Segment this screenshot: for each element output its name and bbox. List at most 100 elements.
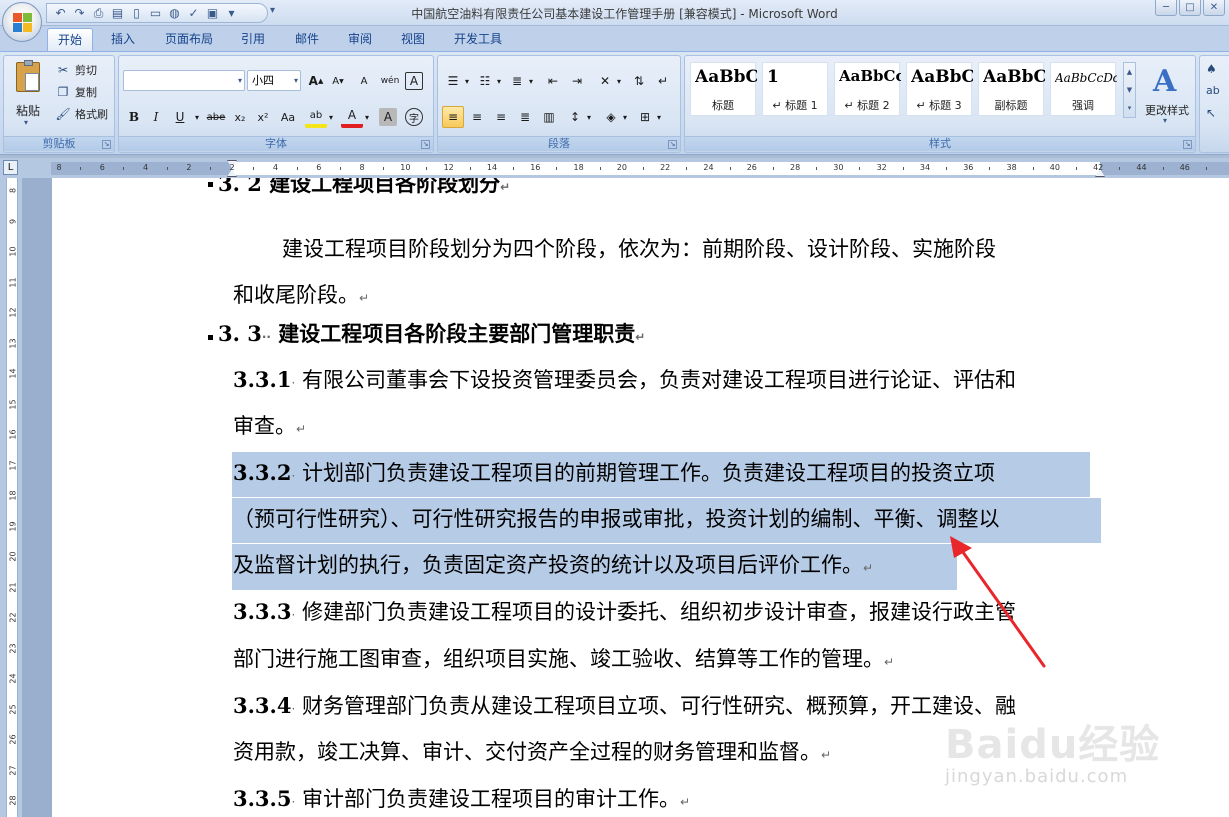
change-styles-button[interactable]: A 更改样式 ▾ — [1141, 60, 1193, 134]
format-painter-button[interactable]: 🖌 格式刷 — [54, 104, 108, 124]
numbering-button[interactable]: ☷ — [474, 70, 496, 92]
bold-button[interactable]: B — [123, 106, 145, 128]
shading-button[interactable]: ◈ — [600, 106, 622, 128]
chevron-down-icon[interactable]: ▾ — [526, 70, 536, 92]
chevron-down-icon[interactable]: ▾ — [654, 106, 664, 128]
increase-indent-button[interactable]: ⇥ — [566, 70, 588, 92]
font-color-dropdown-icon[interactable]: ▾ — [361, 106, 373, 128]
style-emphasis[interactable]: AaBbCcDd 强调 — [1050, 62, 1117, 116]
align-right-button[interactable]: ≡ — [490, 106, 512, 128]
style-heading-2[interactable]: AaBbCc ↵ 标题 2 — [834, 62, 901, 116]
styles-launcher-icon[interactable]: ↘ — [1183, 140, 1192, 149]
underline-dropdown-icon[interactable]: ▾ — [191, 106, 203, 128]
superscript-button[interactable]: x² — [252, 106, 274, 128]
tab-home[interactable]: 开始 — [47, 28, 93, 53]
show-marks-button[interactable]: ↵ — [652, 70, 674, 92]
office-button[interactable] — [2, 2, 42, 42]
gallery-scroll[interactable]: ▲ ▼ ▾ — [1123, 62, 1136, 118]
chevron-down-icon[interactable]: ▾ — [494, 70, 504, 92]
copy-label: 复制 — [75, 86, 97, 99]
clipboard-launcher-icon[interactable]: ↘ — [102, 140, 111, 149]
chinese-layout-button[interactable]: ✕ — [594, 70, 616, 92]
style-subtitle[interactable]: AaBbC 副标题 — [978, 62, 1045, 116]
chevron-down-icon[interactable]: ▾ — [614, 70, 624, 92]
heading-bullet — [208, 335, 213, 340]
tab-page-layout[interactable]: 页面布局 — [156, 28, 222, 52]
grow-font-button[interactable]: A ▲ — [305, 70, 327, 92]
multilevel-list-button[interactable]: ≣ — [506, 70, 528, 92]
chevron-down-icon[interactable]: ▾ — [620, 106, 630, 128]
copy-button[interactable]: ❐ 复制 — [54, 82, 97, 102]
underline-button[interactable]: U — [169, 106, 191, 128]
cut-button[interactable]: ✂ 剪切 — [54, 60, 97, 80]
ruler-tick — [469, 167, 471, 170]
clipboard-group: 粘贴 ▾ ✂ 剪切 ❐ 复制 🖌 格式刷 剪贴板 ↘ — [3, 55, 115, 153]
vertical-ruler-number: 14 — [8, 368, 18, 379]
section-3-3-3-line-1: 3.3.3· 修建部门负责建设工程项目的设计委托、组织初步设计审查，报建设行政主… — [233, 599, 1016, 624]
chevron-down-icon[interactable]: ▾ — [462, 70, 472, 92]
char-shading-button[interactable]: A — [379, 108, 397, 126]
font-size-select[interactable]: 小四 ▾ — [247, 70, 301, 91]
font-color-button[interactable]: A — [341, 106, 363, 128]
close-button[interactable]: ✕ — [1203, 0, 1225, 16]
tab-selector[interactable]: L — [3, 160, 18, 175]
shrink-font-button[interactable]: A ▼ — [327, 70, 349, 92]
ruler-number: 6 — [316, 163, 322, 172]
tab-references[interactable]: 引用 — [232, 28, 274, 52]
tab-mailings[interactable]: 邮件 — [286, 28, 328, 52]
window-controls: ─ □ ✕ — [1155, 0, 1225, 16]
line-spacing-button[interactable]: ↕ — [564, 106, 586, 128]
style-heading-1[interactable]: 1 ↵ 标题 1 — [762, 62, 828, 116]
font-group-label: 字体 — [119, 136, 433, 151]
chevron-down-icon[interactable]: ▼ — [1124, 81, 1135, 99]
tab-view[interactable]: 视图 — [392, 28, 434, 52]
ruler-number: 46 — [1179, 163, 1190, 172]
strikethrough-button[interactable]: abe — [205, 106, 227, 128]
vertical-ruler[interactable]: 8 9 10 11 12 13 14 15 16 17 18 19 20 21 22 23 24 25 26 27 28 — [0, 178, 22, 817]
enclose-char-button[interactable]: 字 — [405, 108, 423, 126]
select-icon[interactable]: ↖ — [1206, 106, 1216, 120]
char-border-button[interactable]: A — [405, 72, 423, 90]
chevron-down-icon: ▾ — [293, 76, 298, 85]
highlight-dropdown-icon[interactable]: ▾ — [325, 106, 337, 128]
paragraph-launcher-icon[interactable]: ↘ — [668, 140, 677, 149]
subscript-button[interactable]: x₂ — [229, 106, 251, 128]
sort-button[interactable]: ⇅ — [628, 70, 650, 92]
tab-review[interactable]: 审阅 — [339, 28, 381, 52]
chevron-up-icon[interactable]: ▲ — [1124, 63, 1135, 81]
paste-button[interactable]: 粘贴 ▾ — [10, 60, 46, 130]
minimize-button[interactable]: ─ — [1155, 0, 1177, 16]
vertical-ruler-number: 16 — [8, 429, 18, 440]
tab-insert[interactable]: 插入 — [102, 28, 144, 52]
tab-developer[interactable]: 开发工具 — [444, 28, 512, 52]
align-left-button[interactable]: ≡ — [442, 106, 464, 128]
clear-format-button[interactable]: A — [353, 70, 375, 92]
cut-label: 剪切 — [75, 64, 97, 77]
bullets-button[interactable]: ☰ — [442, 70, 464, 92]
font-family-select[interactable]: ▾ — [123, 70, 245, 91]
style-heading-3[interactable]: AaBbC ↵ 标题 3 — [906, 62, 973, 116]
find-icon[interactable]: ♠ — [1206, 62, 1217, 76]
align-center-button[interactable]: ≡ — [466, 106, 488, 128]
phonetic-guide-button[interactable]: wén — [379, 70, 401, 92]
italic-button[interactable]: I — [145, 106, 167, 128]
chevron-down-icon[interactable]: ▾ — [584, 106, 594, 128]
horizontal-ruler[interactable]: 8 6 4 2 2 4 6 8 10 12 14 16 18 20 22 24 26 28 30 32 34 36 38 40… — [51, 160, 1229, 177]
maximize-button[interactable]: □ — [1179, 0, 1201, 16]
ruler-number: 32 — [876, 163, 887, 172]
ruler-tick — [1205, 167, 1207, 170]
ruler-number: 4 — [272, 163, 279, 172]
highlight-button[interactable]: ab — [305, 106, 327, 128]
font-launcher-icon[interactable]: ↘ — [421, 140, 430, 149]
ruler-number: 30 — [833, 163, 844, 172]
justify-button[interactable]: ≣ — [514, 106, 536, 128]
decrease-indent-button[interactable]: ⇤ — [542, 70, 564, 92]
ruler-tick — [686, 167, 688, 170]
change-case-button[interactable]: Aa — [277, 106, 299, 128]
style-title[interactable]: AaBbC 标题 — [690, 62, 757, 116]
borders-button[interactable]: ⊞ — [634, 106, 656, 128]
gallery-more-icon[interactable]: ▾ — [1124, 99, 1135, 117]
distributed-button[interactable]: ▥ — [538, 106, 560, 128]
replace-icon[interactable]: ab — [1206, 84, 1220, 97]
ruler-tick — [1032, 167, 1034, 170]
